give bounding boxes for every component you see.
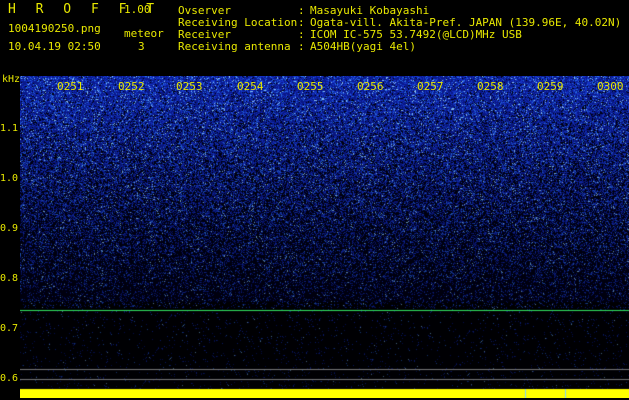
info-row-antenna: Receiving antenna: A504HB(yagi 4el) [178,40,416,53]
info-value: A504HB(yagi 4el) [310,40,416,53]
time-label: 0253 [176,80,203,93]
time-label: 0251 [57,80,84,93]
info-key: Receiving antenna [178,40,291,53]
y-label-0-8: 0.8 [0,273,19,284]
y-label-0-6: 0.6 [0,373,19,384]
time-label: 0258 [477,80,504,93]
y-axis-unit: kHz [2,74,21,85]
meteor-count: 3 [138,40,145,53]
time-label: 0252 [118,80,145,93]
y-label-1-0: 1.0 [0,173,19,184]
datetime: 10.04.19 02:50 [8,40,101,53]
version: 1.00 [124,3,151,16]
filename: 1004190250.png [8,22,101,35]
time-label: 0254 [237,80,264,93]
time-label: 0259 [537,80,564,93]
time-label: 0256 [357,80,384,93]
spectrogram[interactable] [20,76,629,398]
time-label: 0300 [597,80,624,93]
time-label: 0255 [297,80,324,93]
meteor-label: meteor [124,27,164,40]
y-label-0-9: 0.9 [0,223,19,234]
time-label: 0257 [417,80,444,93]
y-label-1-1: 1.1 [0,123,19,134]
y-label-0-7: 0.7 [0,323,19,334]
